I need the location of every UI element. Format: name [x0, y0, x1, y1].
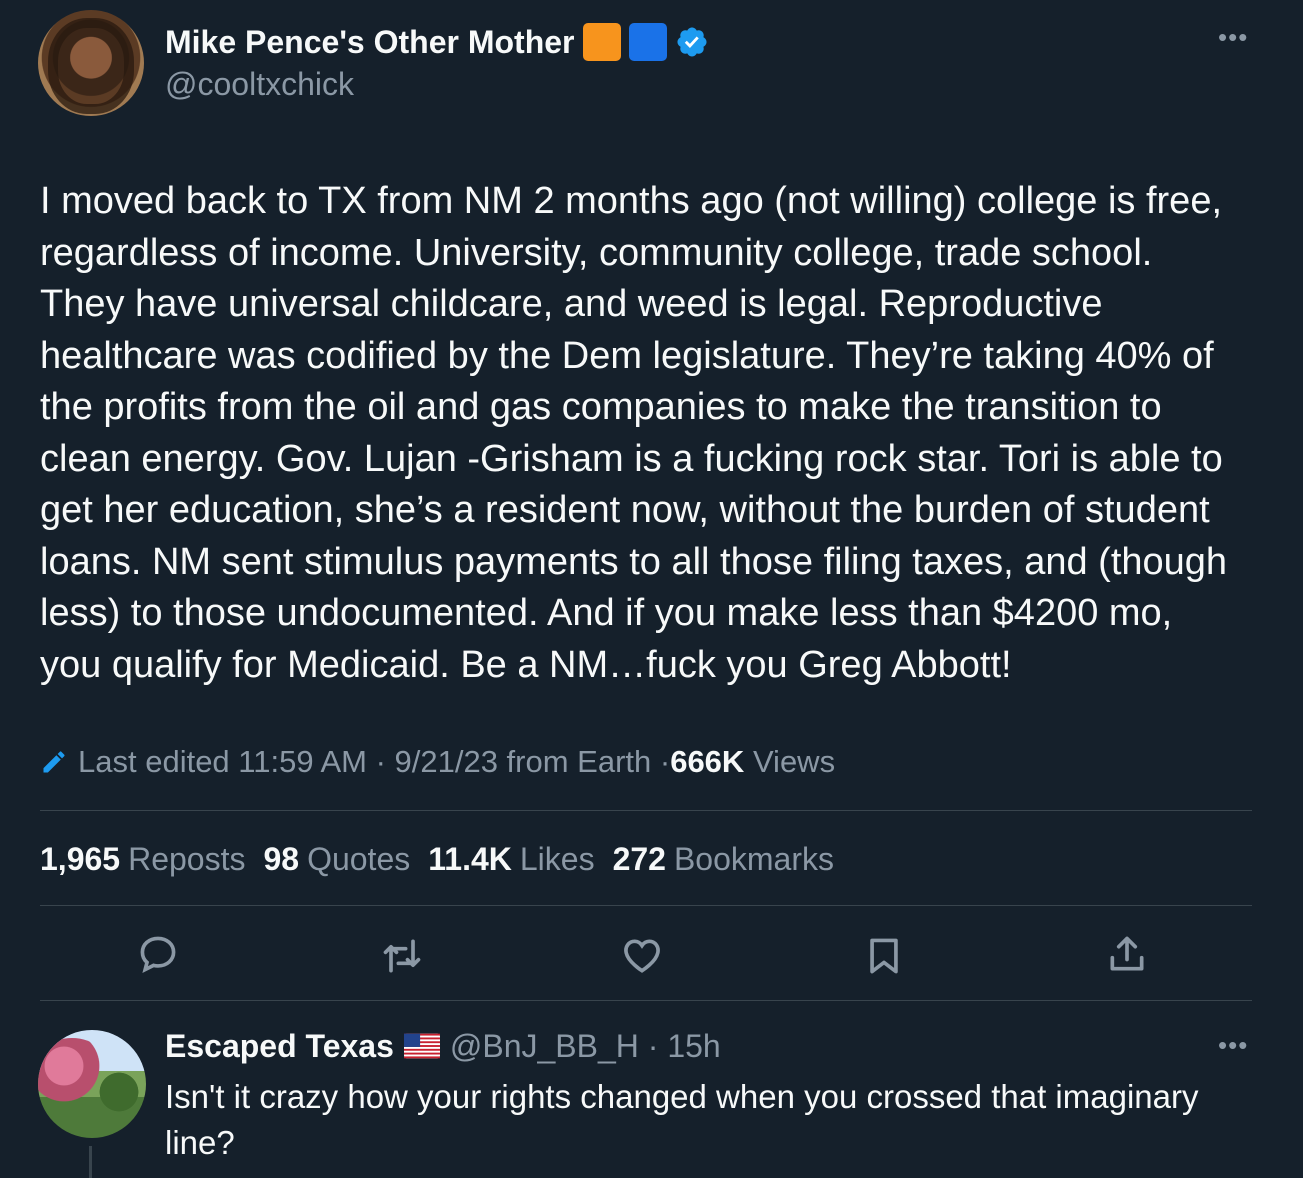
author-name[interactable]: Mike Pence's Other Mother: [165, 24, 575, 61]
repost-icon[interactable]: [380, 934, 424, 978]
views-label: Views: [752, 744, 836, 779]
author-name-row: Mike Pence's Other Mother: [165, 22, 709, 62]
reposts-stat[interactable]: 1,965 Reposts: [40, 841, 245, 878]
likes-stat[interactable]: 11.4K Likes: [428, 841, 594, 878]
author-avatar[interactable]: [38, 10, 144, 116]
divider: [40, 810, 1252, 811]
quotes-stat[interactable]: 98 Quotes: [263, 841, 410, 878]
reposts-label: Reposts: [128, 840, 246, 877]
quotes-label: Quotes: [307, 840, 411, 877]
share-icon[interactable]: [1105, 932, 1149, 976]
likes-label: Likes: [519, 840, 595, 877]
reposts-count: 1,965: [40, 840, 121, 877]
more-icon[interactable]: •••: [1218, 1030, 1248, 1061]
more-icon[interactable]: •••: [1218, 22, 1248, 53]
orange-square-icon: [582, 23, 621, 61]
bookmarks-count: 272: [612, 840, 666, 877]
thread-line: [89, 1146, 92, 1178]
reply-header: Escaped Texas @BnJ_BB_H · 15h: [165, 1026, 721, 1066]
like-icon[interactable]: [620, 934, 664, 978]
us-flag-icon: [403, 1033, 440, 1059]
edited-label[interactable]: Last edited 11:59 AM · 9/21/23 from Eart…: [78, 744, 670, 780]
tweet-meta: Last edited 11:59 AM · 9/21/23 from Eart…: [40, 742, 835, 782]
quotes-count: 98: [263, 840, 300, 877]
reply-icon[interactable]: [136, 932, 180, 976]
tweet-text: I moved back to TX from NM 2 months ago …: [40, 180, 1228, 686]
reply-text: Isn't it crazy how your rights changed w…: [165, 1078, 1199, 1161]
bookmarks-stat[interactable]: 272 Bookmarks: [613, 841, 834, 878]
bookmark-icon[interactable]: [862, 934, 906, 978]
verified-badge-icon[interactable]: [675, 25, 709, 59]
bookmarks-label: Bookmarks: [673, 840, 834, 877]
likes-count: 11.4K: [428, 840, 512, 877]
reply-author-avatar[interactable]: [38, 1030, 146, 1138]
reply-handle-time[interactable]: @BnJ_BB_H · 15h: [450, 1028, 721, 1065]
divider: [40, 905, 1252, 906]
divider: [40, 1000, 1252, 1001]
edit-pencil-icon[interactable]: [40, 748, 68, 776]
author-handle[interactable]: @cooltxchick: [165, 66, 354, 103]
reply-author-name[interactable]: Escaped Texas: [165, 1028, 394, 1065]
blue-square-icon: [628, 23, 667, 61]
tweet-stats: 1,965 Reposts 98 Quotes 11.4K Likes 272 Book…: [40, 838, 834, 880]
views-count: 666K: [670, 744, 745, 779]
